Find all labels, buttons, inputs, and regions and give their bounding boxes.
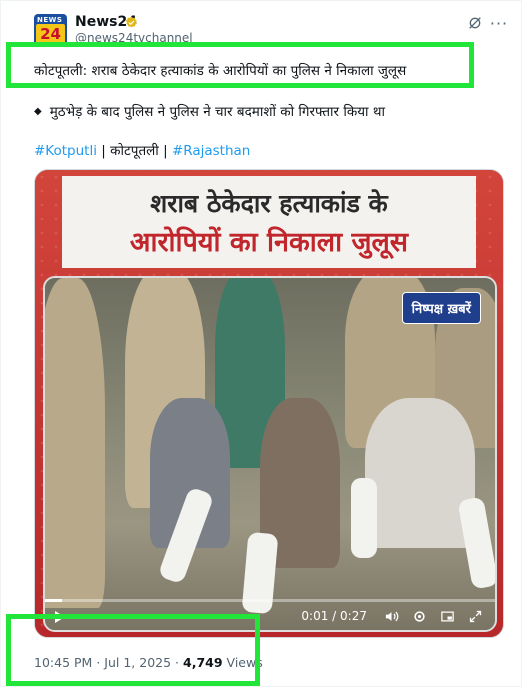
tag-separator: | bbox=[96, 143, 111, 159]
cast bbox=[351, 478, 377, 558]
views-label: Views bbox=[226, 655, 263, 670]
post-meta: 10:45 PM · Jul 1, 2025 · 4,749 Views bbox=[34, 655, 263, 670]
avatar-text-main: 24 bbox=[36, 24, 65, 44]
channel-brand-badge: निष्पक्ष ख़बरें bbox=[401, 292, 481, 324]
video-controls: 0:01 / 0:27 bbox=[45, 602, 495, 630]
verified-badge-icon bbox=[125, 16, 137, 28]
meta-dot: · bbox=[175, 655, 180, 670]
settings-icon[interactable] bbox=[411, 608, 427, 624]
grok-icon[interactable] bbox=[465, 13, 485, 33]
avatar-text-top: NEWS bbox=[37, 16, 63, 24]
pip-icon[interactable] bbox=[439, 608, 455, 624]
video-time: 0:01 / 0:27 bbox=[301, 609, 367, 623]
video-media[interactable]: शराब ठेकेदार हत्याकांड के आरोपियों का नि… bbox=[34, 169, 504, 638]
account-handle[interactable]: @news24tvchannel bbox=[75, 31, 193, 45]
hashtag-link[interactable]: #Rajasthan bbox=[172, 143, 250, 159]
bullet-text: मुठभेड़ के बाद पुलिस ने पुलिस ने चार बदम… bbox=[49, 104, 385, 120]
more-options-icon[interactable]: ··· bbox=[489, 13, 509, 33]
post-card: NEWS 24 News24 @news24tvchannel ··· कोटप… bbox=[0, 0, 522, 687]
post-tags: #Kotputli | कोटपूतली | #Rajasthan bbox=[34, 141, 250, 159]
post-headline: कोटपूतली: शराब ठेकेदार हत्याकांड के आरोप… bbox=[34, 63, 407, 79]
figure bbox=[45, 278, 105, 608]
tag-plain: कोटपूतली bbox=[110, 143, 159, 159]
tag-separator: | bbox=[158, 143, 172, 159]
hashtag-link[interactable]: #Kotputli bbox=[34, 143, 97, 159]
meta-dot: · bbox=[96, 655, 101, 670]
thumbnail-title-line2: आरोपियों का निकाला जुलूस bbox=[129, 226, 409, 258]
volume-icon[interactable] bbox=[383, 608, 399, 624]
post-time[interactable]: 10:45 PM bbox=[34, 655, 92, 670]
bullet-diamond-icon: ◆ bbox=[34, 105, 42, 117]
fullscreen-icon[interactable] bbox=[467, 608, 483, 624]
thumbnail-title-line1: शराब ठेकेदार हत्याकांड के bbox=[150, 188, 388, 218]
avatar[interactable]: NEWS 24 bbox=[34, 14, 67, 47]
thumbnail-title-box: शराब ठेकेदार हत्याकांड के आरोपियों का नि… bbox=[62, 176, 476, 268]
post-bullet: ◆ मुठभेड़ के बाद पुलिस ने पुलिस ने चार ब… bbox=[34, 102, 385, 120]
video-frame[interactable]: निष्पक्ष ख़बरें 0:01 / 0:27 bbox=[43, 276, 497, 632]
post-date[interactable]: Jul 1, 2025 bbox=[104, 655, 171, 670]
figure bbox=[365, 398, 475, 548]
views-count: 4,749 bbox=[183, 655, 223, 670]
